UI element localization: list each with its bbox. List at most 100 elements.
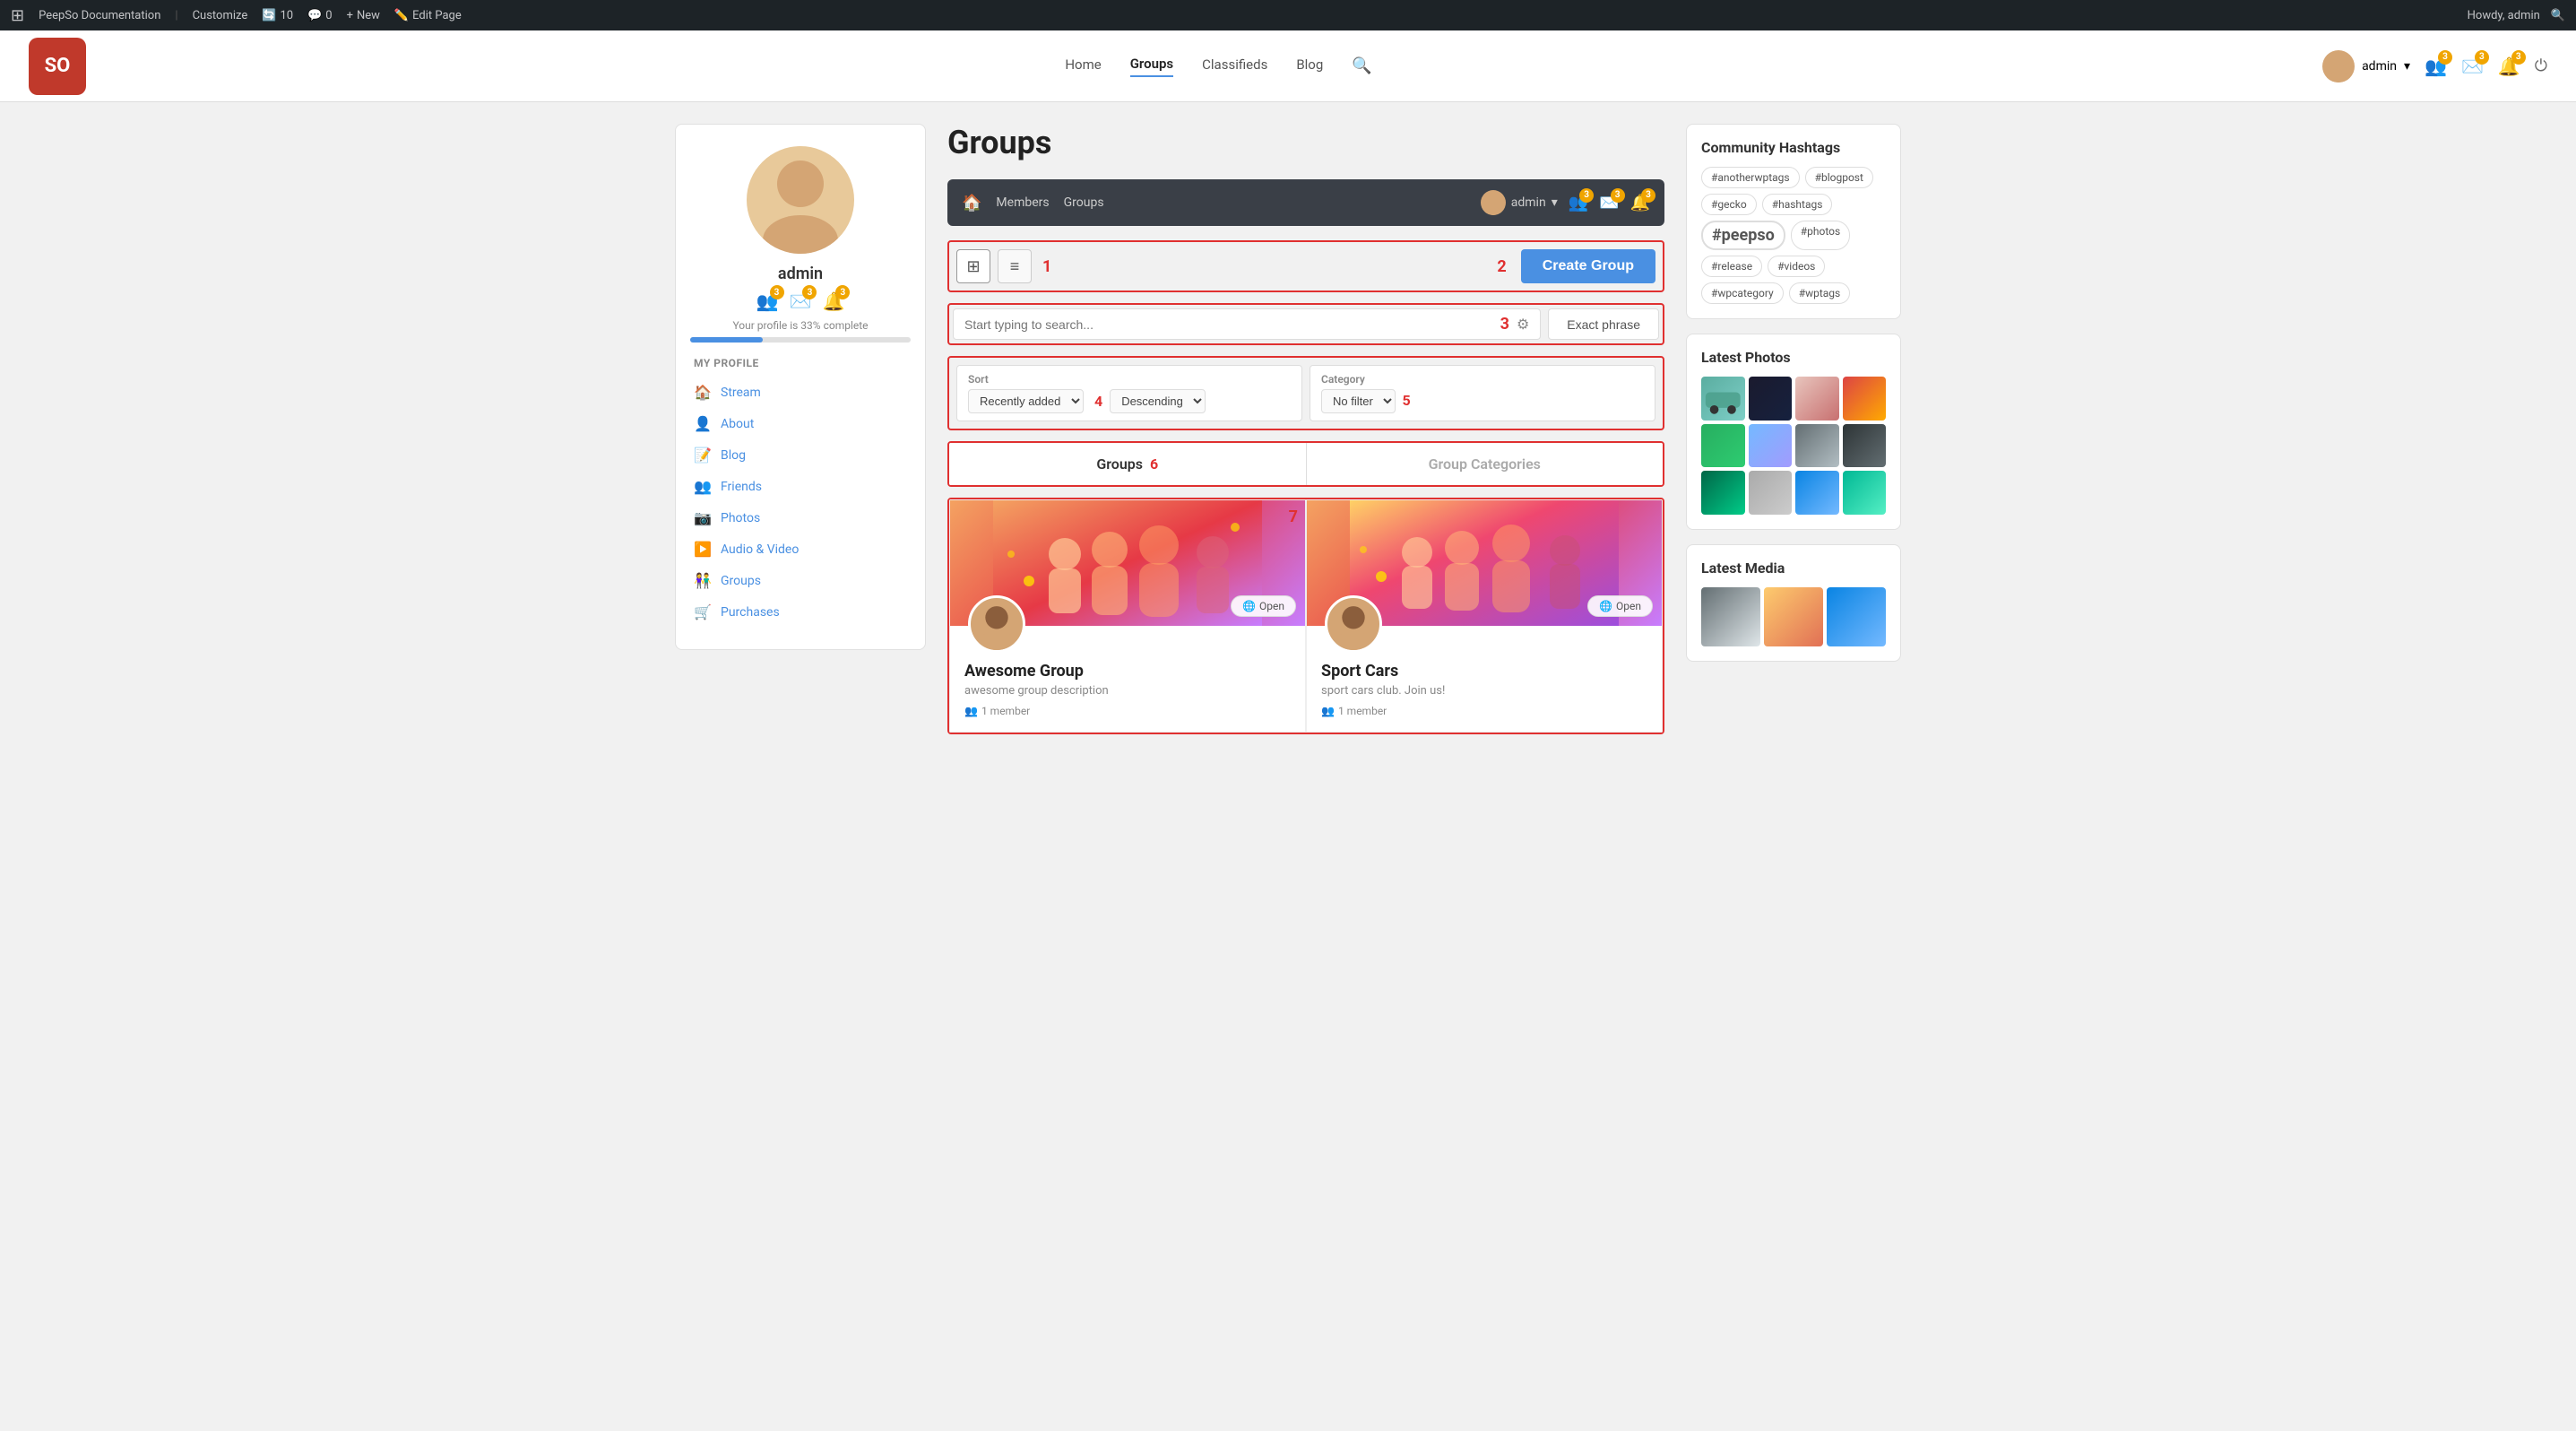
sort-filter-row: Sort Recently added 4 Descending Categor… (947, 356, 1664, 430)
sec-nav-home-icon[interactable]: 🏠 (962, 194, 981, 212)
sec-nav-user[interactable]: admin ▾ (1481, 190, 1558, 215)
photo-laptop[interactable] (1795, 424, 1839, 468)
hashtag-wptags[interactable]: #wptags (1789, 282, 1851, 304)
search-gear-icon[interactable]: ⚙ (1517, 316, 1529, 333)
sidebar-friends-icon[interactable]: 👥 3 (756, 291, 779, 312)
nav-classifieds[interactable]: Classifieds (1202, 56, 1267, 76)
my-profile-label: MY PROFILE (690, 357, 911, 369)
site-name-link[interactable]: PeepSo Documentation (39, 9, 160, 22)
admin-bar-search-icon[interactable]: 🔍 (2551, 9, 2565, 22)
photo-nature[interactable] (1701, 424, 1745, 468)
messages-icon-btn[interactable]: ✉️ 3 (2461, 56, 2484, 77)
sec-nav-right: admin ▾ 👥 3 ✉️ 3 🔔 3 (1481, 190, 1650, 215)
nav-home[interactable]: Home (1065, 56, 1101, 76)
tab-groups[interactable]: Groups 6 (949, 443, 1306, 485)
header-avatar (2322, 50, 2355, 82)
exact-phrase-button[interactable]: Exact phrase (1548, 308, 1659, 340)
sidebar-item-photos[interactable]: 📷 Photos (690, 502, 911, 533)
search-input[interactable] (964, 317, 1493, 332)
category-select[interactable]: No filter (1321, 389, 1396, 413)
sidebar-friends-badge: 3 (770, 285, 784, 299)
sidebar-notifications-badge: 3 (835, 285, 850, 299)
hashtags-widget: Community Hashtags #anotherwptags #blogp… (1686, 124, 1901, 319)
nav-groups[interactable]: Groups (1130, 56, 1173, 77)
hashtag-videos[interactable]: #videos (1768, 256, 1825, 277)
profile-progress-bar-bg (690, 337, 911, 343)
sidebar-item-groups[interactable]: 👫 Groups (690, 565, 911, 596)
media-thumb-2[interactable] (1764, 587, 1823, 646)
hashtag-release[interactable]: #release (1701, 256, 1762, 277)
power-icon-btn[interactable]: ⏻ (2535, 56, 2547, 75)
wp-logo-icon[interactable]: ⊞ (11, 6, 24, 25)
header-user[interactable]: admin ▾ (2322, 50, 2410, 82)
site-logo[interactable]: SO (29, 38, 86, 95)
hashtag-anotherwptags[interactable]: #anotherwptags (1701, 167, 1800, 188)
create-group-button[interactable]: Create Group (1521, 249, 1655, 283)
members-icon-2: 👥 (1321, 705, 1335, 717)
photo-girl[interactable] (1749, 424, 1793, 468)
group-members-awesome: 👥 1 member (964, 705, 1291, 717)
group-open-badge-sportcars: 🌐 Open (1587, 595, 1653, 617)
photo-dark-car[interactable] (1749, 377, 1793, 421)
edit-page-link[interactable]: ✏️ Edit Page (394, 9, 462, 22)
hashtag-peepso[interactable]: #peepso (1701, 221, 1785, 250)
groups-menu-icon: 👫 (694, 572, 712, 589)
sidebar-messages-icon[interactable]: ✉️ 3 (790, 291, 812, 312)
sort-select[interactable]: Recently added (968, 389, 1084, 413)
new-link[interactable]: + New (347, 9, 380, 22)
photo-forest[interactable] (1701, 471, 1745, 515)
photo-car[interactable] (1701, 377, 1745, 421)
sec-nav-groups[interactable]: Groups (1064, 195, 1104, 210)
grid-view-btn[interactable]: ⊞ (956, 249, 990, 283)
sec-nav-messages-icon[interactable]: ✉️ 3 (1599, 194, 1619, 212)
photo-storm[interactable] (1843, 424, 1887, 468)
photo-bird[interactable] (1749, 471, 1793, 515)
group-card-sportcars: 🌐 Open Sport Cars sport cars club. Join … (1306, 499, 1663, 733)
photo-flowers[interactable] (1843, 377, 1887, 421)
customize-link[interactable]: Customize (193, 9, 248, 22)
hashtag-photos[interactable]: #photos (1791, 221, 1850, 250)
header-right: admin ▾ 👥 3 ✉️ 3 🔔 3 ⏻ (2322, 50, 2547, 82)
group-name-awesome[interactable]: Awesome Group (964, 662, 1291, 681)
sidebar-item-audio-video[interactable]: ▶️ Audio & Video (690, 533, 911, 565)
updates-link[interactable]: 🔄 10 (262, 9, 293, 22)
annotation-1: 1 (1042, 257, 1051, 276)
list-view-btn[interactable]: ≡ (998, 249, 1032, 283)
media-thumb-1[interactable] (1701, 587, 1760, 646)
sort-order-select[interactable]: Descending (1110, 389, 1206, 413)
notifications-icon-btn[interactable]: 🔔 3 (2498, 56, 2520, 77)
sidebar-notifications-icon[interactable]: 🔔 3 (822, 291, 844, 312)
sidebar-blog-label: Blog (721, 448, 746, 463)
sec-nav-notifications-icon[interactable]: 🔔 3 (1630, 194, 1650, 212)
sidebar-item-friends[interactable]: 👥 Friends (690, 471, 911, 502)
comments-link[interactable]: 💬 0 (307, 9, 333, 22)
sec-nav-friends-icon[interactable]: 👥 3 (1569, 194, 1588, 212)
photo-ocean[interactable] (1795, 471, 1839, 515)
tab-group-categories[interactable]: Group Categories (1307, 443, 1664, 485)
media-thumb-3[interactable] (1827, 587, 1886, 646)
sidebar-item-about[interactable]: 👤 About (690, 408, 911, 439)
sidebar-item-blog[interactable]: 📝 Blog (690, 439, 911, 471)
group-name-sportcars[interactable]: Sport Cars (1321, 662, 1647, 681)
sidebar-item-purchases[interactable]: 🛒 Purchases (690, 596, 911, 628)
left-sidebar: admin 👥 3 ✉️ 3 🔔 3 Your profile is 33% c… (675, 124, 926, 734)
sec-nav-members[interactable]: Members (996, 195, 1049, 210)
photo-woman[interactable] (1795, 377, 1839, 421)
nav-blog[interactable]: Blog (1296, 56, 1323, 76)
header-search-icon[interactable]: 🔍 (1352, 56, 1371, 75)
hashtag-wpcategory[interactable]: #wpcategory (1701, 282, 1784, 304)
annotation-3: 3 (1500, 315, 1509, 334)
sec-nav-avatar (1481, 190, 1506, 215)
sidebar-item-stream[interactable]: 🏠 Stream (690, 377, 911, 408)
sidebar-purchases-label: Purchases (721, 605, 780, 620)
secondary-nav: 🏠 Members Groups admin ▾ 👥 3 ✉️ 3 (947, 179, 1664, 226)
sidebar-photos-label: Photos (721, 511, 760, 525)
hashtag-blogpost[interactable]: #blogpost (1805, 167, 1873, 188)
hashtag-gecko[interactable]: #gecko (1701, 194, 1757, 215)
search-input-wrap: 3 ⚙ (953, 308, 1541, 340)
purchases-icon: 🛒 (694, 603, 712, 620)
friends-icon-btn[interactable]: 👥 3 (2425, 56, 2447, 77)
sidebar-stream-label: Stream (721, 386, 761, 400)
hashtag-hashtags[interactable]: #hashtags (1762, 194, 1833, 215)
photo-island[interactable] (1843, 471, 1887, 515)
